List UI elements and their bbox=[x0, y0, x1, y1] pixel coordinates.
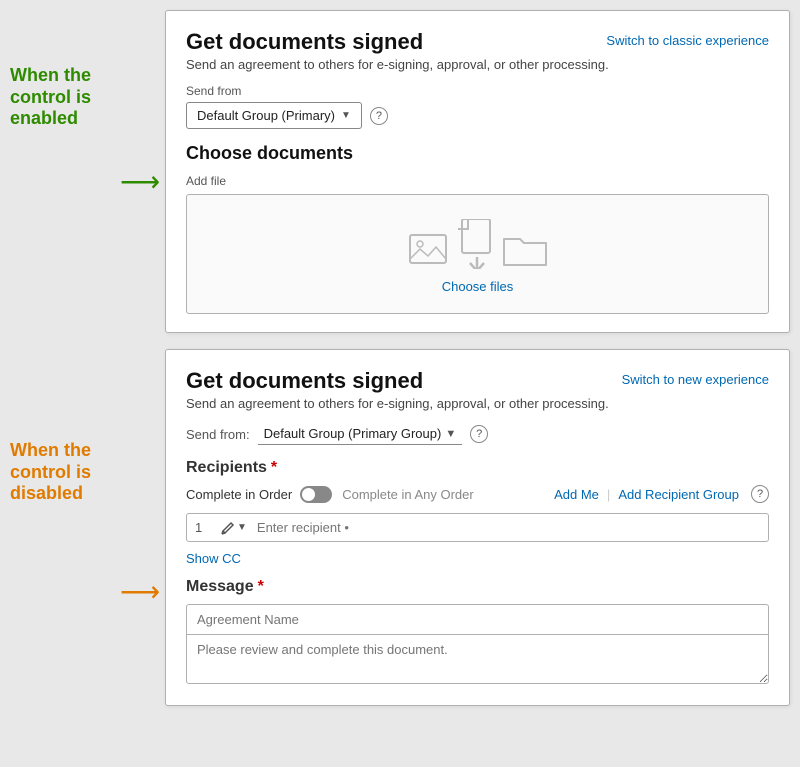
add-recipient-group-link[interactable]: Add Recipient Group bbox=[618, 487, 739, 502]
send-from-label-1: Send from bbox=[186, 84, 769, 98]
pen-icon-btn[interactable]: ▼ bbox=[217, 521, 251, 535]
panel1-title: Get documents signed bbox=[186, 29, 423, 55]
send-from-value-2: Default Group (Primary Group) bbox=[264, 426, 442, 441]
panel2-subtitle: Send an agreement to others for e-signin… bbox=[186, 396, 769, 411]
help-icon-1[interactable]: ? bbox=[370, 107, 388, 125]
complete-any-order-label: Complete in Any Order bbox=[342, 487, 474, 502]
panel1-subtitle: Send an agreement to others for e-signin… bbox=[186, 57, 769, 72]
send-from-row-2: Send from: Default Group (Primary Group)… bbox=[186, 423, 769, 445]
choose-docs-title: Choose documents bbox=[186, 143, 769, 164]
pen-icon bbox=[221, 521, 235, 535]
send-from-wrapper-1: Default Group (Primary) ▼ ? bbox=[186, 102, 769, 129]
panel1-header: Get documents signed Switch to classic e… bbox=[186, 29, 769, 55]
panel2-header: Get documents signed Switch to new exper… bbox=[186, 368, 769, 394]
panel-disabled: Get documents signed Switch to new exper… bbox=[165, 349, 790, 706]
message-textarea[interactable] bbox=[186, 634, 769, 684]
help-icon-3[interactable]: ? bbox=[751, 485, 769, 503]
file-drop-zone[interactable]: Choose files bbox=[186, 194, 769, 314]
chevron-down-icon: ▼ bbox=[341, 110, 351, 121]
enabled-label: When thecontrol isenabled bbox=[10, 65, 160, 130]
complete-order-toggle[interactable] bbox=[300, 486, 332, 503]
recipient-number: 1 bbox=[195, 520, 211, 535]
disabled-arrow: ⟶ bbox=[120, 575, 160, 608]
folder-icon bbox=[502, 231, 548, 269]
choose-files-link[interactable]: Choose files bbox=[442, 279, 514, 294]
complete-order-label: Complete in Order bbox=[186, 487, 292, 502]
pen-chevron: ▼ bbox=[237, 522, 247, 533]
send-from-select-1[interactable]: Default Group (Primary) ▼ bbox=[186, 102, 362, 129]
recipients-title: Recipients* bbox=[186, 459, 769, 477]
page-wrapper: When thecontrol isenabled ⟶ When thecont… bbox=[10, 10, 790, 706]
panel-container: Get documents signed Switch to classic e… bbox=[165, 10, 790, 706]
enabled-arrow: ⟶ bbox=[120, 165, 160, 198]
upload-icon bbox=[458, 219, 496, 269]
add-file-label: Add file bbox=[186, 174, 769, 188]
file-icons-row bbox=[408, 219, 548, 269]
recipient-input[interactable] bbox=[257, 520, 760, 535]
panel-enabled: Get documents signed Switch to classic e… bbox=[165, 10, 790, 333]
agreement-name-input[interactable] bbox=[186, 604, 769, 634]
send-from-value-1: Default Group (Primary) bbox=[197, 108, 335, 123]
disabled-label: When thecontrol isdisabled bbox=[10, 440, 160, 505]
panel2-title: Get documents signed bbox=[186, 368, 423, 394]
send-from-label-2: Send from: bbox=[186, 427, 250, 442]
switch-classic-link[interactable]: Switch to classic experience bbox=[606, 33, 769, 48]
switch-new-link[interactable]: Switch to new experience bbox=[622, 372, 769, 387]
message-title: Message* bbox=[186, 578, 769, 596]
send-from-select-2[interactable]: Default Group (Primary Group) ▼ bbox=[258, 423, 463, 445]
image-file-icon bbox=[408, 231, 452, 269]
divider: | bbox=[607, 487, 610, 502]
add-me-link[interactable]: Add Me bbox=[554, 487, 599, 502]
show-cc-link[interactable]: Show CC bbox=[186, 551, 241, 566]
chevron-down-icon-2: ▼ bbox=[445, 428, 456, 440]
help-icon-2[interactable]: ? bbox=[470, 425, 488, 443]
complete-order-row: Complete in Order Complete in Any Order … bbox=[186, 485, 769, 503]
recipient-row: 1 ▼ bbox=[186, 513, 769, 542]
